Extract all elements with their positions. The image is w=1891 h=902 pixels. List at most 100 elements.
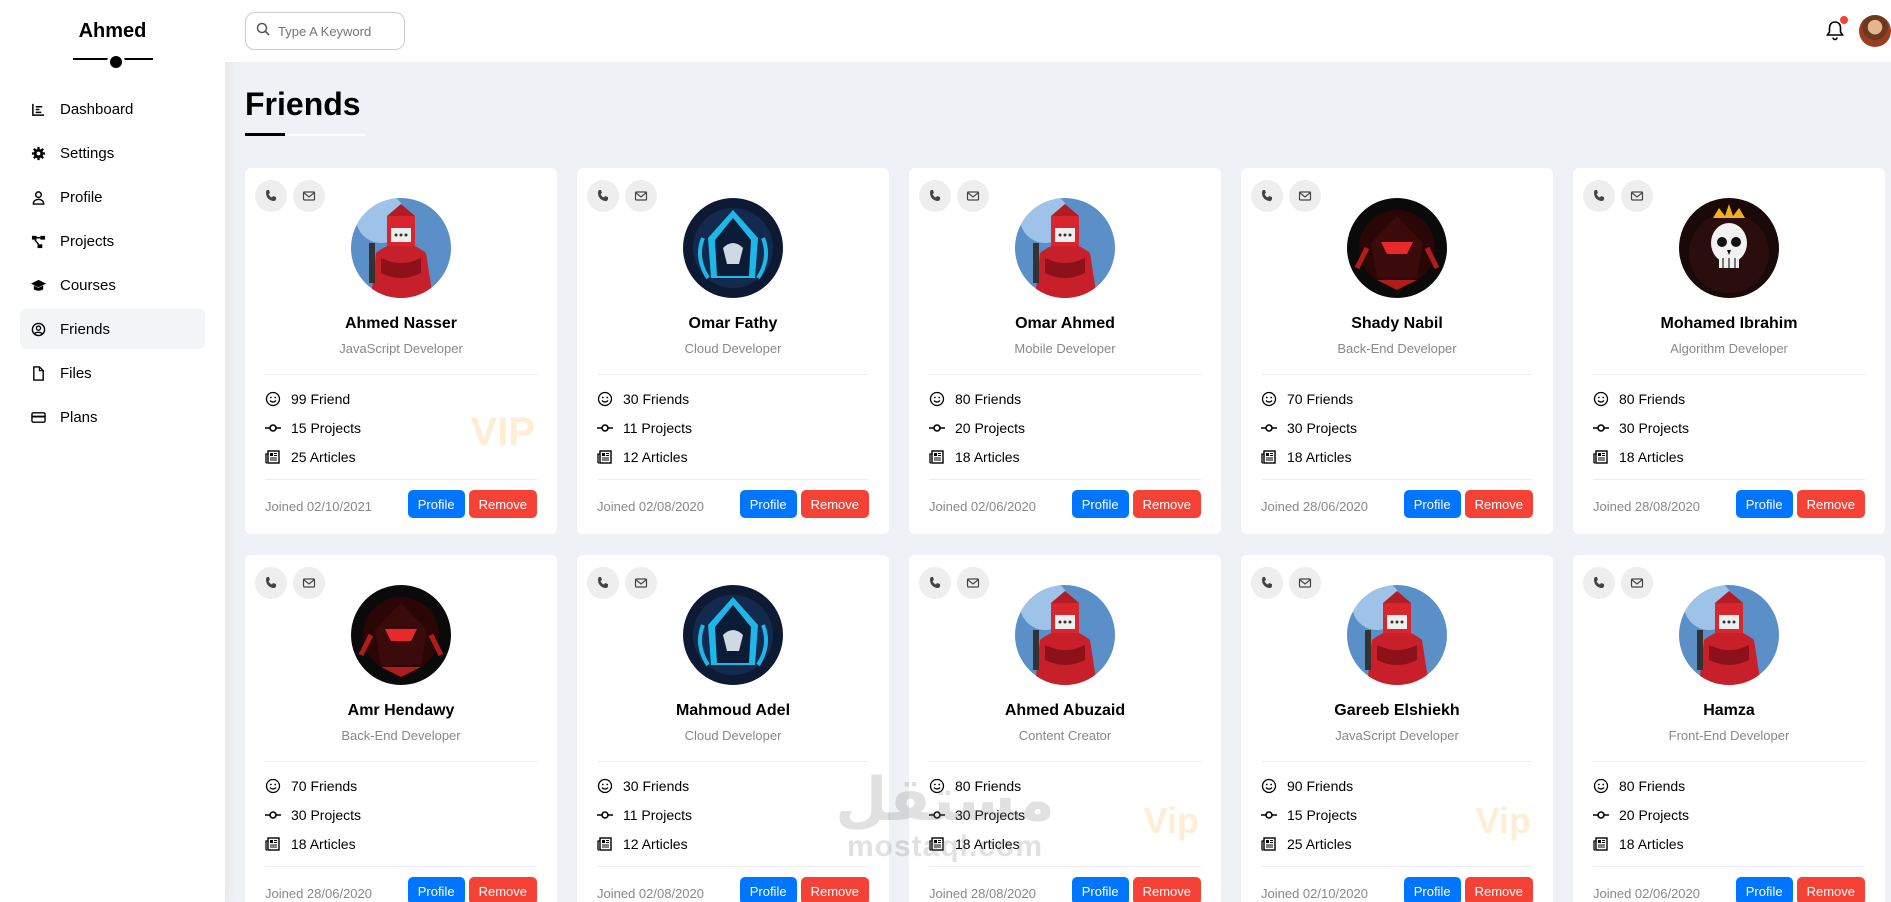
remove-button[interactable]: Remove bbox=[468, 877, 537, 902]
sidebar-item-label: Profile bbox=[60, 188, 103, 206]
card-actions: Profile Remove bbox=[739, 490, 869, 518]
phone-icon[interactable] bbox=[255, 180, 287, 212]
divider bbox=[1593, 761, 1865, 762]
smile-icon bbox=[1593, 391, 1609, 407]
newspaper-icon bbox=[1593, 450, 1608, 464]
envelope-icon[interactable] bbox=[1289, 567, 1321, 599]
divider bbox=[1261, 479, 1533, 480]
card-actions: Profile Remove bbox=[407, 877, 537, 902]
articles-count-text: 18 Articles bbox=[1619, 836, 1684, 852]
profile-button[interactable]: Profile bbox=[1735, 877, 1793, 902]
friend-avatar bbox=[1347, 198, 1447, 298]
envelope-icon[interactable] bbox=[293, 567, 325, 599]
remove-button[interactable]: Remove bbox=[1796, 490, 1865, 518]
remove-button[interactable]: Remove bbox=[1132, 490, 1201, 518]
card-actions: Profile Remove bbox=[1403, 877, 1533, 902]
sidebar-item-settings[interactable]: Settings bbox=[20, 133, 205, 173]
diagram-project-icon bbox=[30, 233, 46, 249]
phone-icon[interactable] bbox=[587, 567, 619, 599]
phone-icon[interactable] bbox=[587, 180, 619, 212]
remove-button[interactable]: Remove bbox=[800, 490, 869, 518]
friends-count: 80 Friends bbox=[1593, 778, 1685, 794]
search-box[interactable] bbox=[245, 12, 405, 50]
profile-button[interactable]: Profile bbox=[1403, 877, 1461, 902]
bell-icon[interactable] bbox=[1824, 16, 1848, 41]
friend-role: Mobile Developer bbox=[1014, 341, 1116, 356]
remove-button[interactable]: Remove bbox=[800, 877, 869, 902]
articles-count: 25 Articles bbox=[1261, 836, 1352, 852]
newspaper-icon bbox=[1593, 837, 1608, 851]
envelope-icon[interactable] bbox=[1621, 180, 1653, 212]
phone-icon[interactable] bbox=[1583, 180, 1615, 212]
sidebar-item-label: Courses bbox=[60, 276, 116, 294]
envelope-icon[interactable] bbox=[1289, 180, 1321, 212]
friend-role: Cloud Developer bbox=[684, 341, 782, 356]
phone-icon[interactable] bbox=[1251, 567, 1283, 599]
friends-count: 70 Friends bbox=[1261, 391, 1353, 407]
friends-count: 99 Friend bbox=[265, 391, 350, 407]
sidebar-item-files[interactable]: Files bbox=[20, 353, 205, 393]
friends-count: 80 Friends bbox=[1593, 391, 1685, 407]
projects-count: 30 Projects bbox=[1261, 420, 1357, 436]
projects-count-text: 30 Projects bbox=[1619, 420, 1690, 436]
profile-button[interactable]: Profile bbox=[1403, 490, 1461, 518]
phone-icon[interactable] bbox=[919, 180, 951, 212]
smile-icon bbox=[1261, 778, 1277, 794]
top-header bbox=[225, 0, 1891, 62]
projects-count: 30 Projects bbox=[1593, 420, 1689, 436]
remove-button[interactable]: Remove bbox=[1796, 877, 1865, 902]
profile-button[interactable]: Profile bbox=[407, 877, 465, 902]
user-avatar[interactable] bbox=[1859, 15, 1891, 47]
remove-button[interactable]: Remove bbox=[1464, 877, 1533, 902]
sidebar-item-friends[interactable]: Friends bbox=[20, 309, 205, 349]
vip-badge: Vip bbox=[1475, 800, 1531, 841]
sidebar-item-courses[interactable]: Courses bbox=[20, 265, 205, 305]
envelope-icon[interactable] bbox=[957, 567, 989, 599]
sidebar-item-label: Projects bbox=[60, 232, 115, 250]
profile-button[interactable]: Profile bbox=[407, 490, 465, 518]
smile-icon bbox=[929, 391, 945, 407]
friend-card: Omar Ahmed Mobile Developer 80 Friends 2… bbox=[909, 168, 1221, 534]
sidebar-item-profile[interactable]: Profile bbox=[20, 177, 205, 217]
remove-button[interactable]: Remove bbox=[468, 490, 537, 518]
profile-button[interactable]: Profile bbox=[1735, 490, 1793, 518]
articles-count-text: 18 Articles bbox=[291, 836, 356, 852]
friends-count: 70 Friends bbox=[265, 778, 357, 794]
sidebar-item-plans[interactable]: Plans bbox=[20, 397, 205, 437]
profile-button[interactable]: Profile bbox=[739, 490, 797, 518]
articles-count: 18 Articles bbox=[265, 836, 356, 852]
profile-button[interactable]: Profile bbox=[1071, 490, 1129, 518]
articles-count: 18 Articles bbox=[1261, 449, 1352, 465]
phone-icon[interactable] bbox=[1583, 567, 1615, 599]
credit-card-icon bbox=[30, 409, 46, 425]
articles-count: 25 Articles bbox=[265, 449, 356, 465]
sidebar-item-projects[interactable]: Projects bbox=[20, 221, 205, 261]
envelope-icon[interactable] bbox=[625, 180, 657, 212]
phone-icon[interactable] bbox=[919, 567, 951, 599]
remove-button[interactable]: Remove bbox=[1132, 877, 1201, 902]
envelope-icon[interactable] bbox=[957, 180, 989, 212]
articles-count-text: 12 Articles bbox=[623, 836, 688, 852]
code-commit-icon bbox=[265, 811, 281, 819]
phone-icon[interactable] bbox=[255, 567, 287, 599]
user-icon bbox=[30, 189, 46, 205]
newspaper-icon bbox=[265, 450, 280, 464]
divider bbox=[597, 479, 869, 480]
search-input[interactable] bbox=[278, 23, 398, 39]
friend-avatar bbox=[351, 585, 451, 685]
envelope-icon[interactable] bbox=[625, 567, 657, 599]
profile-button[interactable]: Profile bbox=[1071, 877, 1129, 902]
projects-count-text: 20 Projects bbox=[1619, 807, 1690, 823]
articles-count-text: 25 Articles bbox=[291, 449, 356, 465]
newspaper-icon bbox=[929, 450, 944, 464]
sidebar-item-dashboard[interactable]: Dashboard bbox=[20, 89, 205, 129]
envelope-icon[interactable] bbox=[1621, 567, 1653, 599]
envelope-icon[interactable] bbox=[293, 180, 325, 212]
contact-buttons bbox=[1251, 180, 1321, 212]
remove-button[interactable]: Remove bbox=[1464, 490, 1533, 518]
phone-icon[interactable] bbox=[1251, 180, 1283, 212]
joined-date: Joined 02/08/2020 bbox=[597, 886, 704, 901]
sidebar-item-label: Dashboard bbox=[60, 100, 134, 118]
friend-card: Ahmed Nasser JavaScript Developer 99 Fri… bbox=[245, 168, 557, 534]
profile-button[interactable]: Profile bbox=[739, 877, 797, 902]
